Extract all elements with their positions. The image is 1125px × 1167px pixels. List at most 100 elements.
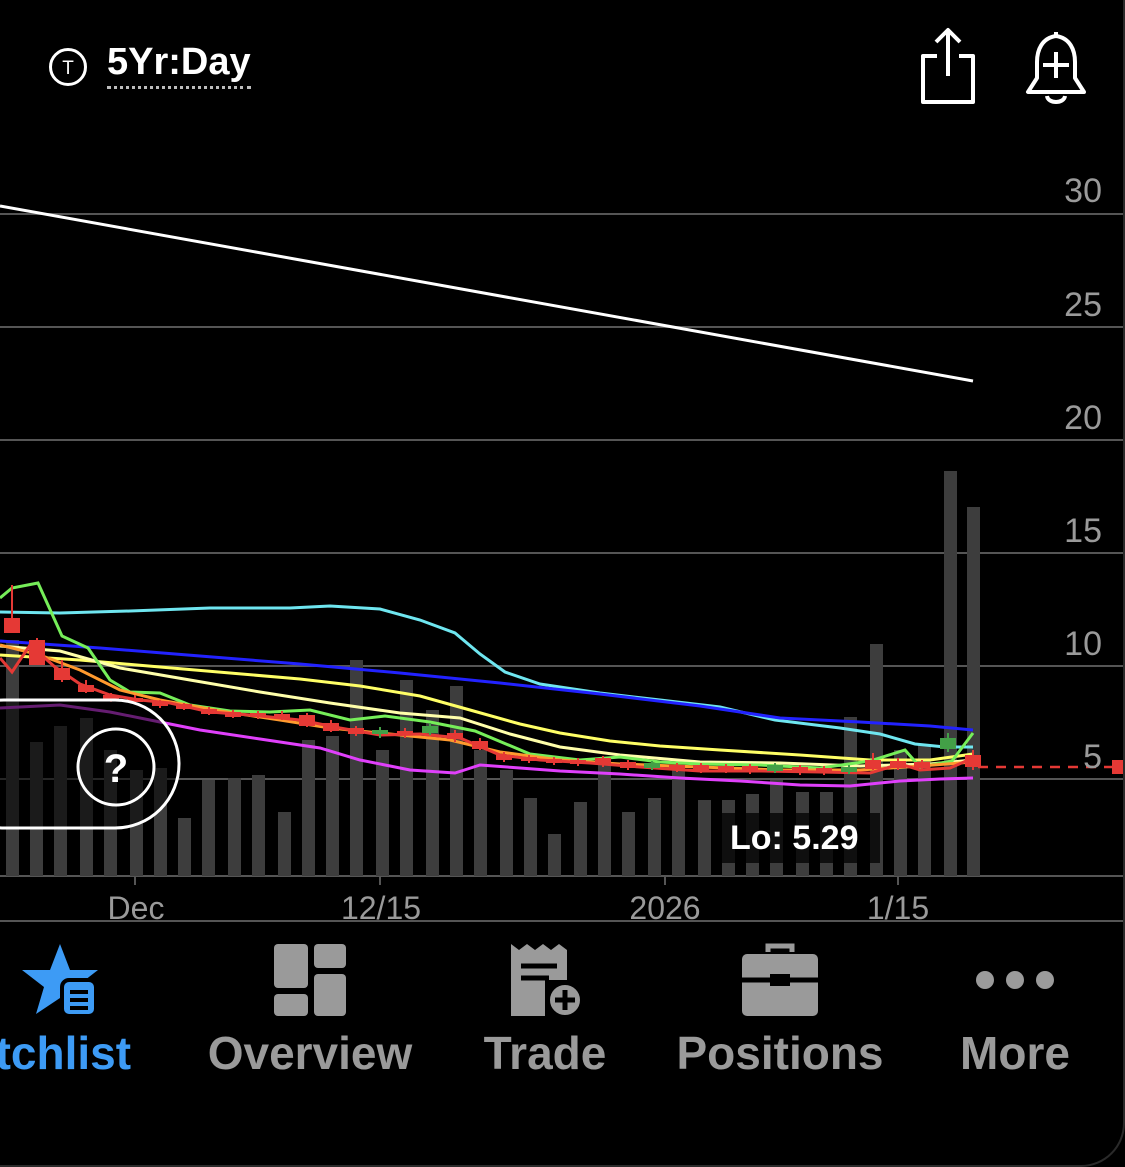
candle-body [718,766,734,771]
candle-body [669,765,685,770]
x-tick-label: 2026 [629,890,700,926]
y-tick-label: 5 [1083,738,1102,776]
receipt-plus-icon [511,944,584,1019]
candle-body [644,763,660,768]
volume-bar [474,750,487,876]
volume-bar [450,686,463,876]
volume-bar [252,775,265,876]
x-tick-label: 12/15 [341,890,421,926]
candle-body [496,755,512,760]
tab-bar: atchlist Overview Trade Positions [0,930,1125,1167]
candle-body [201,709,217,714]
candle-body [250,713,266,717]
candle-body [152,702,168,706]
t-circle-icon[interactable]: T [48,47,88,87]
candle [176,703,192,710]
candle-body [348,728,364,734]
volume-bar [376,750,389,876]
tab-label: Trade [483,1027,607,1079]
help-button-outline[interactable] [0,698,181,830]
volume-bar [944,471,957,876]
price-chart[interactable]: 30 25 20 15 10 5 Dec 12/15 2026 1/15 Lo:… [0,130,1125,930]
candle-body [4,618,20,633]
candle-body [965,755,981,767]
candle-body [299,715,315,726]
candle-body [521,757,537,761]
volume-bar [202,780,215,876]
volume-bar [302,740,315,876]
candle-body [29,640,45,665]
briefcase-icon [742,943,818,1016]
y-tick-label: 15 [1064,512,1102,550]
candle-body [865,760,881,769]
tab-watchlist[interactable]: atchlist [0,930,200,1090]
y-tick-label: 25 [1064,286,1102,324]
trend-line [0,204,974,383]
tab-label: atchlist [0,1027,132,1079]
tab-overview[interactable]: Overview [190,930,430,1090]
tab-more[interactable]: More [930,930,1100,1090]
volume-bar [967,507,980,876]
x-tick-label: 1/15 [867,890,929,926]
low-label: Lo: 5.29 [730,819,858,857]
share-icon[interactable] [915,26,981,108]
star-list-icon [22,944,98,1018]
candle-body [940,738,956,749]
tab-label: Overview [207,1027,413,1079]
tab-positions[interactable]: Positions [660,930,900,1090]
candle [299,713,315,727]
candle-body [176,704,192,709]
current-price-marker [1112,760,1125,774]
y-axis-labels: 30 25 20 15 10 5 [1064,172,1102,776]
tab-label: More [960,1027,1070,1079]
y-tick-label: 30 [1064,172,1102,210]
candle-body [742,766,758,772]
candle-body [397,731,413,735]
candle [78,680,94,693]
period-selector[interactable]: 5Yr:Day [107,40,251,89]
candle-body [570,760,586,764]
candle [54,660,70,682]
tab-trade[interactable]: Trade [450,930,640,1090]
candle-body [620,762,636,768]
volume-bar [598,758,611,876]
x-axis-ticks [134,876,899,885]
volume-bar [648,798,661,876]
candle-body [323,723,339,731]
volume-bar [672,770,685,876]
volume-bar [326,736,339,876]
help-label: ? [104,747,128,791]
volume-bar [500,770,513,876]
candle-body [693,765,709,771]
candle-body [225,712,241,717]
candle [472,738,488,750]
candle-body [792,767,808,773]
chart-header: T 5Yr:Day [0,0,1125,130]
candle [29,638,45,665]
help-button[interactable]: ? [0,698,181,830]
bell-plus-icon[interactable] [1022,26,1090,108]
dashboard-grid-icon [274,944,346,1016]
candle-body [78,685,94,692]
candle [323,720,339,732]
candle-body [447,733,463,739]
y-tick-label: 10 [1064,625,1102,663]
candle-body [422,726,438,733]
tab-label: Positions [676,1027,884,1079]
ellipsis-icon [976,971,1054,989]
candle-body [472,741,488,749]
volume-bar [574,802,587,876]
volume-bar [548,834,561,876]
candle-body [816,768,832,773]
candle-body [595,758,611,764]
volume-bar [400,680,413,876]
candle-body [767,765,783,771]
x-tick-label: Dec [108,890,165,926]
candle-body [372,730,388,734]
candle [620,760,636,770]
candle-body [914,762,930,768]
volume-bar [622,812,635,876]
candle-body [274,714,290,718]
volume-bar [278,812,291,876]
volume-bar [178,818,191,876]
